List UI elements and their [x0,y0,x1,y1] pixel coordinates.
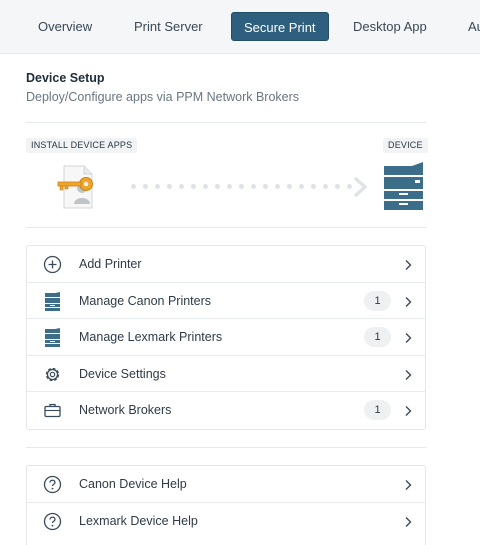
device-menu: Add Printer Manage Canon Printers 1 Mana… [26,245,426,430]
connector-dot [155,184,160,189]
connector-dot [215,184,220,189]
printer-icon [43,291,62,311]
connector-dot [191,184,196,189]
connector-dot [179,184,184,189]
connector-dot [251,184,256,189]
count-badge: 1 [364,290,391,311]
plus-circle-icon [43,255,62,274]
chevron-right-icon [354,177,368,202]
menu-item-label: Network Brokers [79,403,172,417]
device-printer-icon [381,162,425,215]
menu-item-manage-lexmark-printers[interactable]: Manage Lexmark Printers 1 [27,319,425,356]
menu-item-device-settings[interactable]: Device Settings [27,356,425,392]
chevron-right-icon [403,368,413,380]
chevron-right-icon [403,258,413,270]
menu-item-lexmark-device-help[interactable]: Lexmark Device Help [27,503,425,540]
chevron-right-icon [403,295,413,307]
menu-item-manage-canon-printers[interactable]: Manage Canon Printers 1 [27,283,425,319]
help-circle-icon [43,475,62,494]
tab-print-server[interactable]: Print Server [122,12,215,41]
connector-dot [323,184,328,189]
help-circle-icon [43,512,62,531]
count-badge: 1 [364,400,391,420]
page-title: Device Setup [26,71,105,85]
connector-dot [263,184,268,189]
top-navigation: Overview Print Server Secure Print Deskt… [0,0,480,54]
connector-dot [203,184,208,189]
menu-item-add-printer[interactable]: Add Printer [27,246,425,283]
chevron-right-icon [403,478,413,490]
menu-item-canon-device-help[interactable]: Canon Device Help [27,466,425,503]
menu-item-network-brokers[interactable]: Network Brokers 1 [27,392,425,429]
connector-dot [167,184,172,189]
connector-dot [143,184,148,189]
help-menu: Canon Device Help Lexmark Device Help [26,465,426,545]
divider [26,447,426,448]
tab-au[interactable]: Au [456,12,480,41]
key-document-icon [56,164,96,210]
tab-secure-print[interactable]: Secure Print [231,12,329,41]
connector-dot [239,184,244,189]
chevron-right-icon [403,515,413,527]
chevron-right-icon [403,331,413,343]
connector-dot [131,184,136,189]
divider [26,122,426,123]
connector-dot [227,184,232,189]
divider [26,227,426,228]
install-device-apps-label: INSTALL DEVICE APPS [26,138,138,153]
gear-icon [43,365,62,384]
count-badge: 1 [364,327,391,347]
page-subtitle: Deploy/Configure apps via PPM Network Br… [26,90,300,104]
menu-item-label: Device Settings [79,366,166,381]
connector-dot [299,184,304,189]
chevron-right-icon [403,404,413,416]
connector-dot [275,184,280,189]
printer-icon [43,328,62,347]
connector-dot [347,184,352,189]
briefcase-icon [43,401,62,420]
menu-item-label: Canon Device Help [79,477,187,491]
tab-overview[interactable]: Overview [26,12,104,41]
menu-item-label: Add Printer [79,257,142,271]
connector-dot [287,184,292,189]
menu-item-label: Manage Canon Printers [79,293,212,308]
menu-item-label: Manage Lexmark Printers [79,330,223,344]
connector-dot [335,184,340,189]
connector-dot [311,184,316,189]
device-label: DEVICE [383,138,428,153]
menu-item-label: Lexmark Device Help [79,513,198,528]
tab-desktop-app[interactable]: Desktop App [341,12,439,41]
